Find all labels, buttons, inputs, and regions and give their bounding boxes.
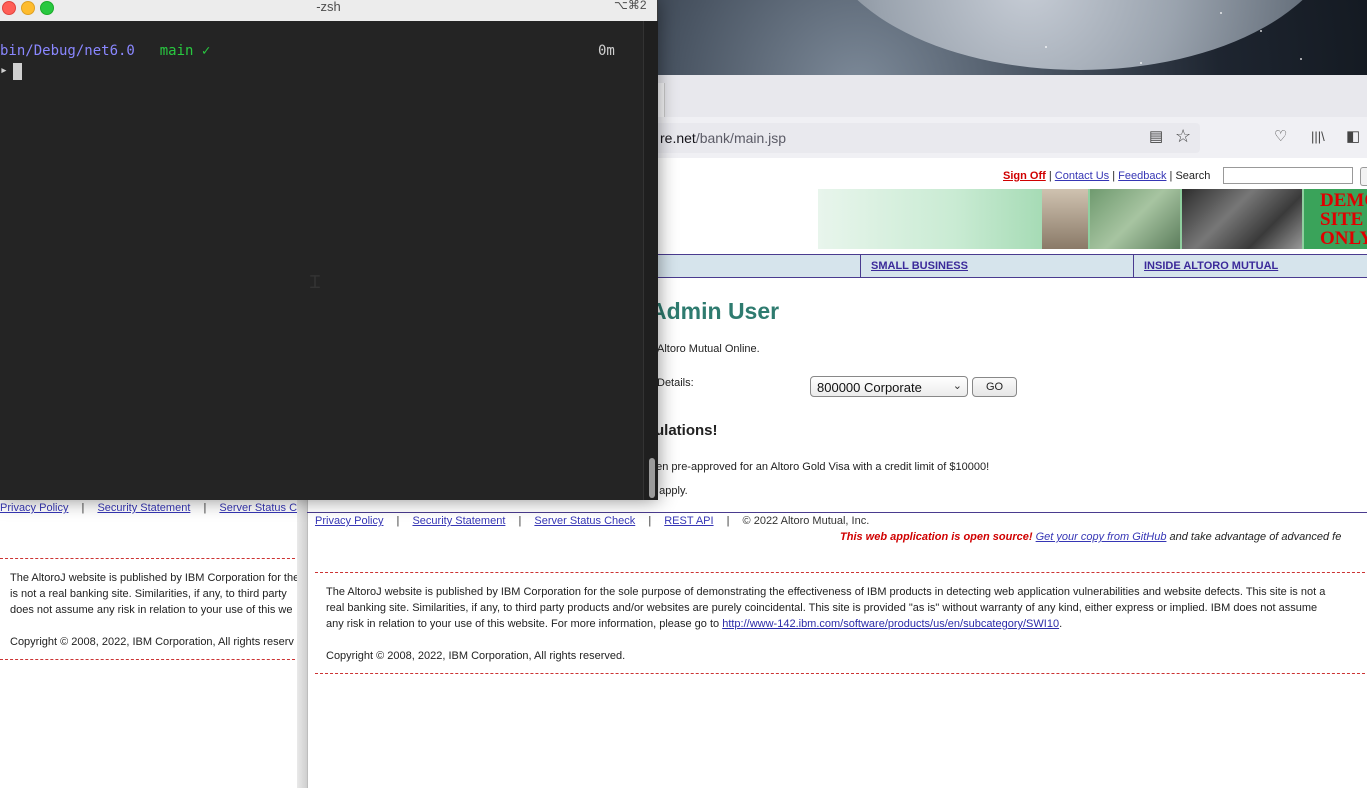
search-input[interactable] <box>1223 167 1353 184</box>
server-status-link[interactable]: Server Status Check <box>534 515 635 527</box>
welcome-text: Altoro Mutual Online. <box>657 343 760 355</box>
disclaimer-text: The AltoroJ website is published by IBM … <box>326 586 1326 662</box>
star <box>1300 58 1302 60</box>
star <box>1260 30 1262 32</box>
background-browser-window: Privacy Policy | Security Statement | Se… <box>0 500 310 788</box>
library-icon[interactable]: |||\ <box>1311 128 1325 146</box>
window-edge-shadow <box>297 500 307 788</box>
separator: | <box>81 502 85 514</box>
header-banner: DEMO SITE ONLY <box>818 189 1367 249</box>
terminal-body[interactable]: bin/Debug/net6.0 main ✓ 0m ▸ <box>0 21 643 500</box>
text-cursor <box>13 63 22 80</box>
star <box>1220 12 1222 14</box>
sign-off-link[interactable]: Sign Off <box>1003 170 1046 182</box>
tab-inside-altoro[interactable]: INSIDE ALTORO MUTUAL <box>1144 255 1278 277</box>
terminal-title: -zsh <box>316 0 341 14</box>
account-select-value: 800000 Corporate <box>817 380 922 395</box>
ibeam-cursor-icon: Ɪ <box>310 272 321 293</box>
nav-divider <box>860 255 861 277</box>
security-statement-link[interactable]: Security Statement <box>412 515 505 527</box>
scrollbar-thumb[interactable] <box>649 458 655 498</box>
browser-chrome: re.net/bank/main.jsp ▤ ☆ ♡ |||\ ◧ <box>640 75 1367 158</box>
bookmark-star-icon[interactable]: ☆ <box>1175 127 1191 145</box>
chevron-down-icon: ⌄ <box>952 380 962 392</box>
disclaimer-box: The AltoroJ website is published by IBM … <box>315 572 1367 674</box>
top-nav: Sign Off | Contact Us | Feedback | Searc… <box>1003 170 1210 182</box>
contact-us-link[interactable]: Contact Us <box>1055 170 1109 182</box>
banner-photo-team <box>1182 189 1302 249</box>
bg-disclaimer-box: The AltoroJ website is published by IBM … <box>0 558 300 660</box>
prompt-line: bin/Debug/net6.0 main ✓ <box>0 43 210 59</box>
moon-image <box>820 0 1340 70</box>
separator: | <box>396 515 400 527</box>
footer-divider <box>307 512 1367 513</box>
bg-disclaimer-text: The AltoroJ website is published by IBM … <box>10 572 300 648</box>
terminal-title-bar[interactable]: -zsh ⌥⌘2 <box>0 0 657 22</box>
open-source-tail: and take advantage of advanced fe <box>1169 531 1342 543</box>
open-source-label: This web application is open source! <box>840 531 1033 543</box>
search-go-button[interactable] <box>1360 167 1367 186</box>
separator: | <box>648 515 652 527</box>
prompt-path: bin/Debug/net6.0 <box>0 43 135 59</box>
open-source-notice: This web application is open source! Get… <box>840 531 1341 543</box>
search-label: Search <box>1175 170 1211 182</box>
go-button[interactable]: GO <box>972 377 1017 397</box>
copyright-text: Copyright © 2008, 2022, IBM Corporation,… <box>326 650 626 662</box>
url-bar[interactable]: re.net/bank/main.jsp ▤ ☆ <box>640 123 1200 153</box>
congratulations-heading: tulations! <box>650 422 718 439</box>
copyright-inline: © 2022 Altoro Mutual, Inc. <box>742 515 870 527</box>
account-select[interactable]: 800000 Corporate ⌄ <box>810 376 968 397</box>
tab-strip <box>640 75 1367 117</box>
footer-links: Privacy Policy | Security Statement | Se… <box>315 515 869 527</box>
star <box>1140 62 1142 64</box>
account-details-label: Details: <box>657 377 694 389</box>
preapproved-text: een pre-approved for an Altoro Gold Visa… <box>650 461 990 473</box>
terminal-shortcut: ⌥⌘2 <box>614 0 647 12</box>
privacy-policy-link[interactable]: Privacy Policy <box>315 515 383 527</box>
bg-privacy-link[interactable]: Privacy Policy <box>0 502 68 514</box>
bg-footer-links: Privacy Policy | Security Statement | Se… <box>0 502 309 514</box>
terminal-scrollbar[interactable] <box>643 21 658 500</box>
terminal-window[interactable]: -zsh ⌥⌘2 bin/Debug/net6.0 main ✓ 0m ▸ <box>0 0 658 500</box>
nav-divider <box>1133 255 1134 277</box>
sidebar-icon[interactable]: ◧ <box>1346 128 1360 146</box>
feedback-link[interactable]: Feedback <box>1118 170 1166 182</box>
demo-site-only-text: DEMO SITE ONLY <box>1320 190 1367 249</box>
desktop-wallpaper <box>640 0 1367 75</box>
banner-photo-handshake <box>1090 189 1180 249</box>
separator: | <box>726 515 730 527</box>
star <box>1045 46 1047 48</box>
rest-api-link[interactable]: REST API <box>664 515 713 527</box>
github-link[interactable]: Get your copy from GitHub <box>1036 531 1167 543</box>
reader-view-icon[interactable]: ▤ <box>1149 128 1163 146</box>
prompt-arrow-icon: ▸ <box>0 63 8 78</box>
separator: | <box>203 502 207 514</box>
tab-small-business[interactable]: SMALL BUSINESS <box>871 255 968 277</box>
bg-security-link[interactable]: Security Statement <box>97 502 190 514</box>
url-text: re.net/bank/main.jsp <box>660 130 787 146</box>
banner-photo-woman <box>1042 189 1088 249</box>
git-branch: main ✓ <box>159 43 211 59</box>
separator: | <box>518 515 522 527</box>
ibm-info-link[interactable]: http://www-142.ibm.com/software/products… <box>722 618 1059 630</box>
bg-server-status-link[interactable]: Server Status Che <box>219 502 309 514</box>
pocket-icon[interactable]: ♡ <box>1274 128 1287 146</box>
elapsed-time: 0m <box>598 43 615 59</box>
page-title: Admin User <box>650 298 780 324</box>
